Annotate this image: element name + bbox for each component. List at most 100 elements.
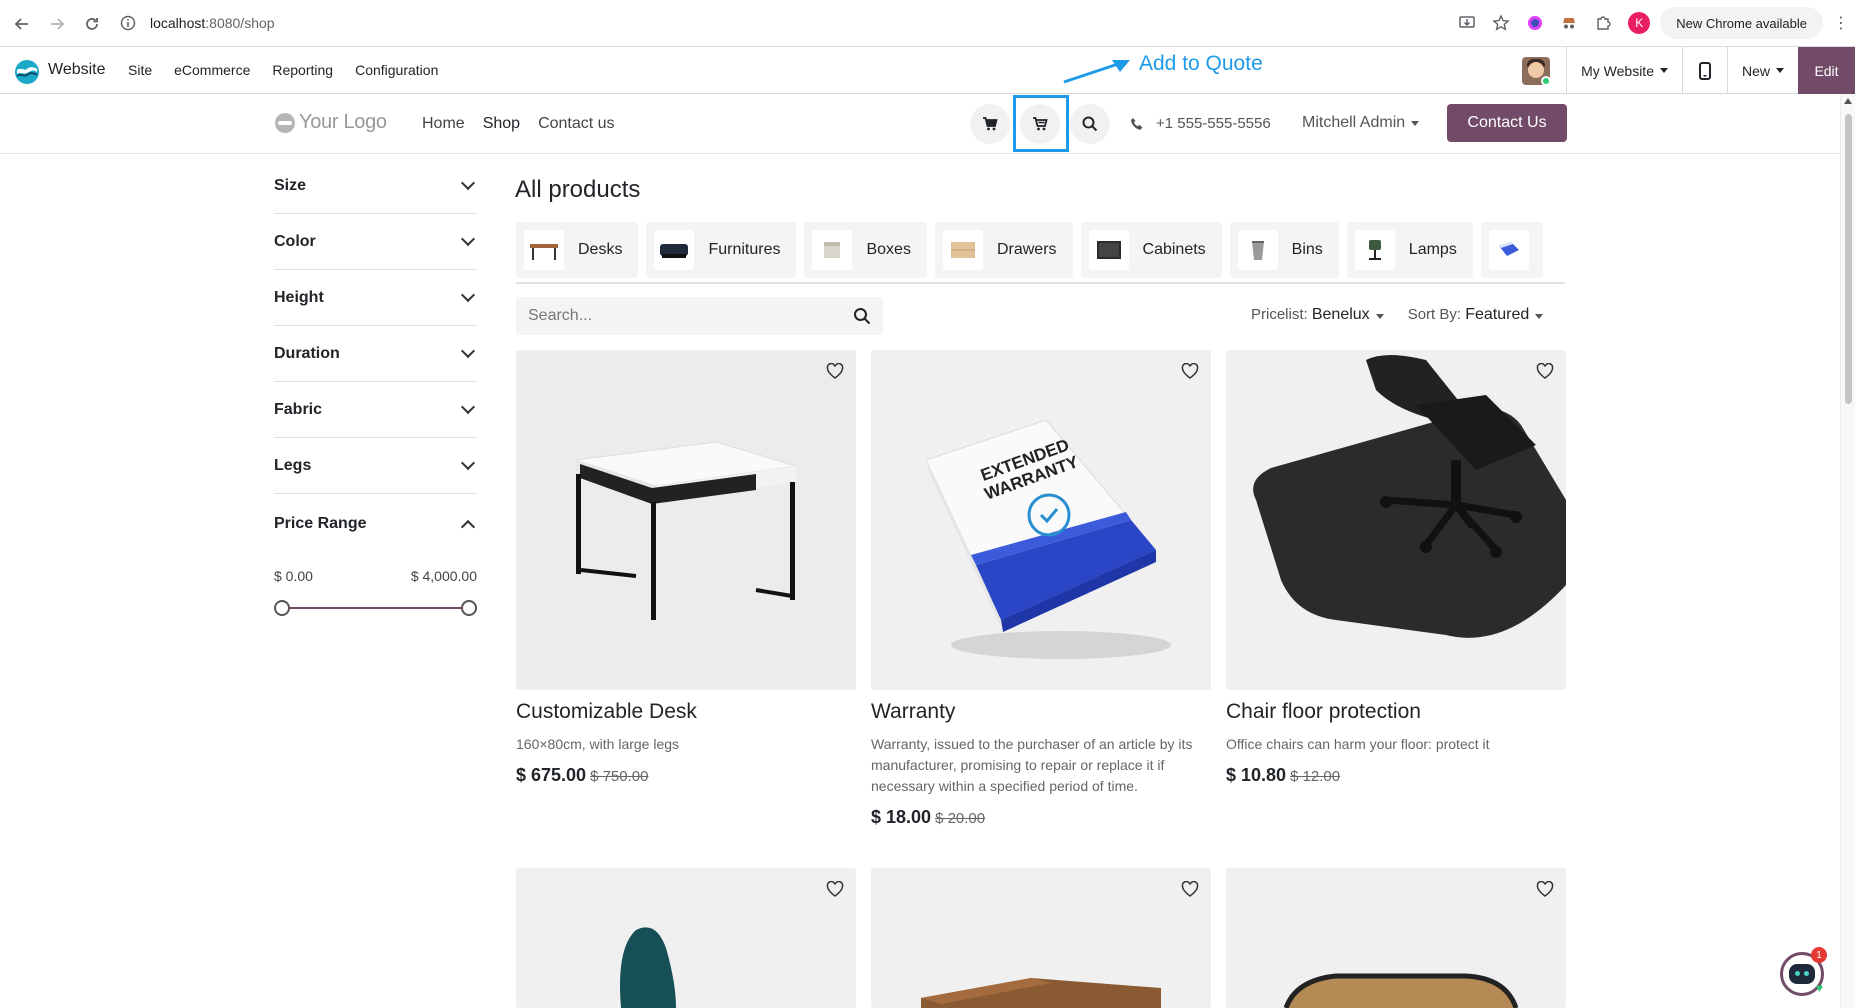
wishlist-heart-icon[interactable]: [824, 360, 846, 382]
pricelist-dropdown[interactable]: Pricelist: Benelux: [1251, 306, 1384, 324]
category-furnitures[interactable]: Furnitures: [646, 222, 797, 278]
product-image[interactable]: [516, 350, 856, 690]
product-card-customizable-desk[interactable]: Customizable Desk 160×80cm, with large l…: [516, 350, 856, 786]
back-icon[interactable]: [10, 12, 34, 36]
cabinet-thumbnail: [1088, 230, 1129, 270]
lamp-thumbnail: [1354, 230, 1395, 270]
cart-button[interactable]: [970, 104, 1010, 144]
product-card-chair[interactable]: [516, 868, 856, 1008]
price-old: $ 20.00: [935, 810, 986, 827]
site-header: Your Logo Home Shop Contact us +1 555-55…: [0, 94, 1840, 154]
product-name[interactable]: Chair floor protection: [1226, 700, 1566, 724]
address-bar[interactable]: localhost:8080/shop: [118, 6, 1428, 40]
wishlist-heart-icon[interactable]: [1534, 360, 1556, 382]
url-host: localhost: [150, 15, 206, 31]
new-content-button[interactable]: New: [1728, 47, 1798, 94]
filter-color[interactable]: Color: [274, 214, 477, 270]
product-price: $ 18.00 $ 20.00: [871, 807, 1211, 828]
menu-reporting[interactable]: Reporting: [272, 62, 333, 78]
wishlist-heart-icon[interactable]: [1534, 878, 1556, 900]
page-scrollbar[interactable]: [1840, 94, 1855, 1008]
bookmark-star-icon[interactable]: [1484, 6, 1518, 40]
category-bins[interactable]: Bins: [1229, 222, 1339, 278]
edit-button[interactable]: Edit: [1798, 47, 1855, 94]
menu-configuration[interactable]: Configuration: [355, 62, 438, 78]
product-card-wood-desk[interactable]: [1226, 868, 1566, 1008]
site-info-icon[interactable]: [118, 13, 138, 33]
slider-min-handle[interactable]: [274, 600, 290, 616]
category-label: Bins: [1291, 241, 1323, 258]
logo-text: Your Logo: [299, 111, 387, 133]
category-label: Boxes: [866, 241, 911, 258]
caret-down-icon: [1375, 314, 1384, 319]
install-app-icon[interactable]: [1450, 6, 1484, 40]
product-card-chair-floor-protection[interactable]: Chair floor protection Office chairs can…: [1226, 350, 1566, 786]
filter-price-range[interactable]: Price Range: [274, 494, 477, 554]
filter-label: Color: [274, 232, 316, 250]
product-card-corner-desk[interactable]: [871, 868, 1211, 1008]
user-avatar[interactable]: [1522, 56, 1551, 85]
livechat-button[interactable]: 1 ♥: [1780, 947, 1827, 996]
category-cabinets[interactable]: Cabinets: [1080, 222, 1222, 278]
product-name[interactable]: Warranty: [871, 700, 1211, 724]
filter-legs[interactable]: Legs: [274, 438, 477, 494]
menu-site[interactable]: Site: [128, 62, 152, 78]
phone-link[interactable]: +1 555-555-5556: [1130, 115, 1271, 132]
url-text[interactable]: localhost:8080/shop: [150, 15, 275, 31]
contact-us-button[interactable]: Contact Us: [1447, 104, 1567, 142]
nav-home[interactable]: Home: [422, 115, 465, 133]
nav-contact-us[interactable]: Contact us: [538, 115, 614, 133]
extensions-puzzle-icon[interactable]: [1586, 6, 1620, 40]
filter-size[interactable]: Size: [274, 158, 477, 214]
reload-icon[interactable]: [80, 12, 104, 36]
search-button[interactable]: [1070, 104, 1110, 144]
search-input[interactable]: [528, 307, 853, 325]
pricelist-label: Pricelist:: [1251, 306, 1308, 323]
product-price: $ 675.00 $ 750.00: [516, 765, 856, 786]
category-desks[interactable]: Desks: [516, 222, 639, 278]
product-image[interactable]: EXTENDED WARRANTY: [871, 350, 1211, 690]
category-drawers[interactable]: Drawers: [934, 222, 1073, 278]
wishlist-heart-icon[interactable]: [1179, 360, 1201, 382]
filter-fabric[interactable]: Fabric: [274, 382, 477, 438]
slider-max-handle[interactable]: [461, 600, 477, 616]
product-name[interactable]: Customizable Desk: [516, 700, 856, 724]
category-boxes[interactable]: Boxes: [804, 222, 927, 278]
price-range-slider[interactable]: [274, 598, 477, 618]
chat-unread-badge: 1: [1811, 947, 1827, 963]
chevron-up-icon: [460, 519, 476, 535]
logo-icon: [275, 112, 295, 133]
forward-icon[interactable]: [45, 12, 69, 36]
price-range-values: $ 0.00 $ 4,000.00: [274, 568, 477, 584]
update-chrome-button[interactable]: New Chrome available: [1660, 7, 1823, 39]
menu-ecommerce[interactable]: eCommerce: [174, 62, 250, 78]
wishlist-heart-icon[interactable]: [824, 878, 846, 900]
my-website-dropdown[interactable]: My Website: [1567, 47, 1682, 94]
sort-by-dropdown[interactable]: Sort By: Featured: [1408, 306, 1544, 324]
chatbot-icon: [1789, 964, 1815, 984]
product-image[interactable]: [1226, 350, 1566, 690]
category-more[interactable]: [1480, 222, 1543, 278]
extension-color-icon[interactable]: [1518, 6, 1552, 40]
scroll-up-arrow-icon[interactable]: [1844, 98, 1852, 104]
search-icon[interactable]: [853, 307, 871, 325]
category-lamps[interactable]: Lamps: [1346, 222, 1473, 278]
mobile-preview-button[interactable]: [1683, 47, 1727, 94]
site-logo[interactable]: Your Logo: [275, 111, 387, 134]
phone-number: +1 555-555-5556: [1156, 115, 1271, 132]
scrollbar-thumb[interactable]: [1845, 114, 1852, 404]
user-menu-dropdown[interactable]: Mitchell Admin: [1302, 114, 1420, 132]
extension-incognito-icon[interactable]: [1552, 6, 1586, 40]
chrome-menu-icon[interactable]: ⋮: [1831, 13, 1851, 33]
product-search[interactable]: [516, 297, 883, 335]
product-card-warranty[interactable]: EXTENDED WARRANTY Warranty Warranty, iss…: [871, 350, 1211, 828]
nav-shop[interactable]: Shop: [483, 115, 520, 133]
wishlist-heart-icon[interactable]: [1179, 878, 1201, 900]
app-name[interactable]: Website: [48, 61, 106, 79]
caret-down-icon: [1535, 314, 1544, 319]
price-old: $ 12.00: [1290, 768, 1341, 785]
filter-height[interactable]: Height: [274, 270, 477, 326]
filter-duration[interactable]: Duration: [274, 326, 477, 382]
profile-avatar[interactable]: K: [1628, 12, 1651, 34]
website-app-icon[interactable]: [14, 59, 40, 85]
